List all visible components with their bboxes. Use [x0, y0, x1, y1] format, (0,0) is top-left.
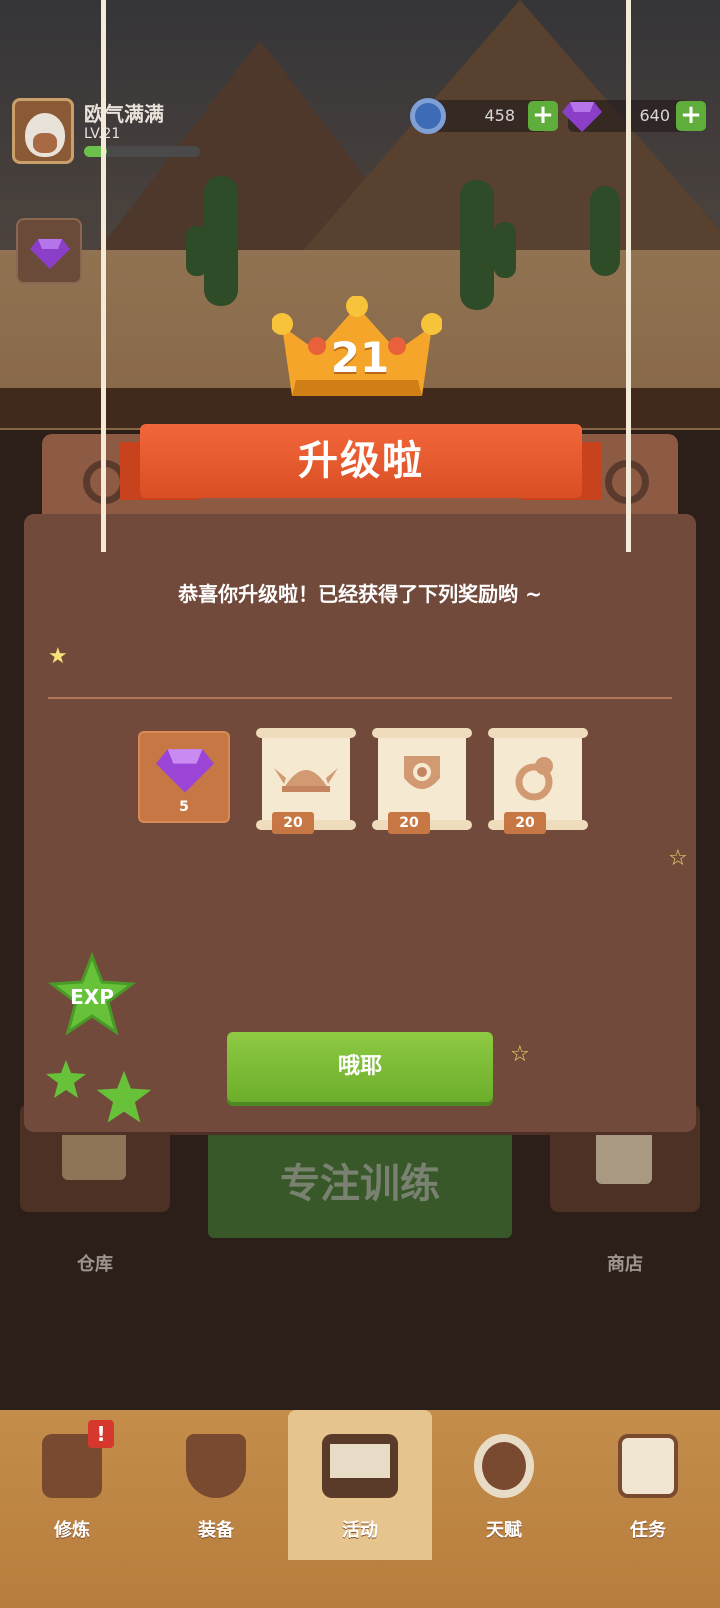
- confirm-button[interactable]: 哦耶: [227, 1032, 493, 1102]
- purple-gem-icon: [156, 749, 214, 793]
- avatar-face: [25, 113, 65, 157]
- reward-gem-tile[interactable]: 5: [138, 731, 230, 823]
- reward-shield-count: 20: [388, 812, 430, 834]
- reward-ring-count: 20: [504, 812, 546, 834]
- player-name: 欧气满满: [84, 102, 164, 126]
- alert-badge: !: [88, 1420, 114, 1448]
- nav-talent[interactable]: 天赋: [432, 1410, 576, 1560]
- shield-icon: [404, 756, 440, 789]
- sparkle-icon: ☆: [510, 1042, 530, 1067]
- nav-label: 任务: [630, 1520, 666, 1541]
- badge-slot[interactable]: [16, 218, 82, 284]
- nav-label: 装备: [198, 1520, 234, 1541]
- add-gems-button[interactable]: +: [676, 101, 706, 131]
- nav-equipment[interactable]: 装备: [144, 1410, 288, 1560]
- exp-star-icon: EXP: [48, 952, 136, 1036]
- gem-value: 640: [639, 106, 670, 125]
- viking-helmet-icon: [274, 768, 338, 792]
- levelup-message: 恭喜你升级啦！已经获得了下列奖励哟 ~: [178, 582, 542, 606]
- nav-label: 天赋: [486, 1520, 522, 1541]
- nav-label: 活动: [342, 1520, 378, 1541]
- reward-helmet-count: 20: [272, 812, 314, 834]
- green-star-icon: [46, 1060, 86, 1098]
- nav-activity[interactable]: 活动: [288, 1410, 432, 1560]
- levelup-title: 升级啦: [298, 438, 424, 484]
- new-level-number: 21: [330, 333, 390, 382]
- task-clipboard-icon: [618, 1434, 678, 1498]
- levelup-banner: 升级啦: [140, 424, 582, 498]
- reward-helmet-scroll[interactable]: 20: [256, 728, 356, 834]
- avatar[interactable]: [12, 98, 74, 164]
- coin-value: 458: [484, 106, 515, 125]
- nav-tasks[interactable]: 任务: [576, 1410, 720, 1560]
- modal-divider: [48, 697, 672, 699]
- ring-icon: [515, 757, 553, 801]
- nav-training[interactable]: ! 修炼: [0, 1410, 144, 1560]
- gem-icon: [562, 102, 602, 132]
- nav-label: 修炼: [54, 1520, 90, 1541]
- equipment-shield-icon: [186, 1434, 246, 1498]
- talent-target-icon: [474, 1434, 534, 1498]
- gem-badge-icon: [30, 239, 70, 269]
- sparkle-icon: ★: [48, 644, 68, 669]
- reward-ring-scroll[interactable]: 20: [488, 728, 588, 834]
- add-coins-button[interactable]: +: [528, 101, 558, 131]
- rope-left: [101, 0, 106, 552]
- exp-label: EXP: [70, 985, 114, 1009]
- reward-shield-scroll[interactable]: 20: [372, 728, 472, 834]
- reward-gem-count: 5: [179, 799, 189, 815]
- green-star-icon: [96, 1070, 152, 1123]
- board-screen: [330, 1444, 390, 1478]
- activity-board-icon: [322, 1434, 398, 1498]
- sparkle-icon: ☆: [668, 846, 688, 871]
- rope-right: [626, 0, 631, 552]
- coin-icon: [410, 98, 446, 134]
